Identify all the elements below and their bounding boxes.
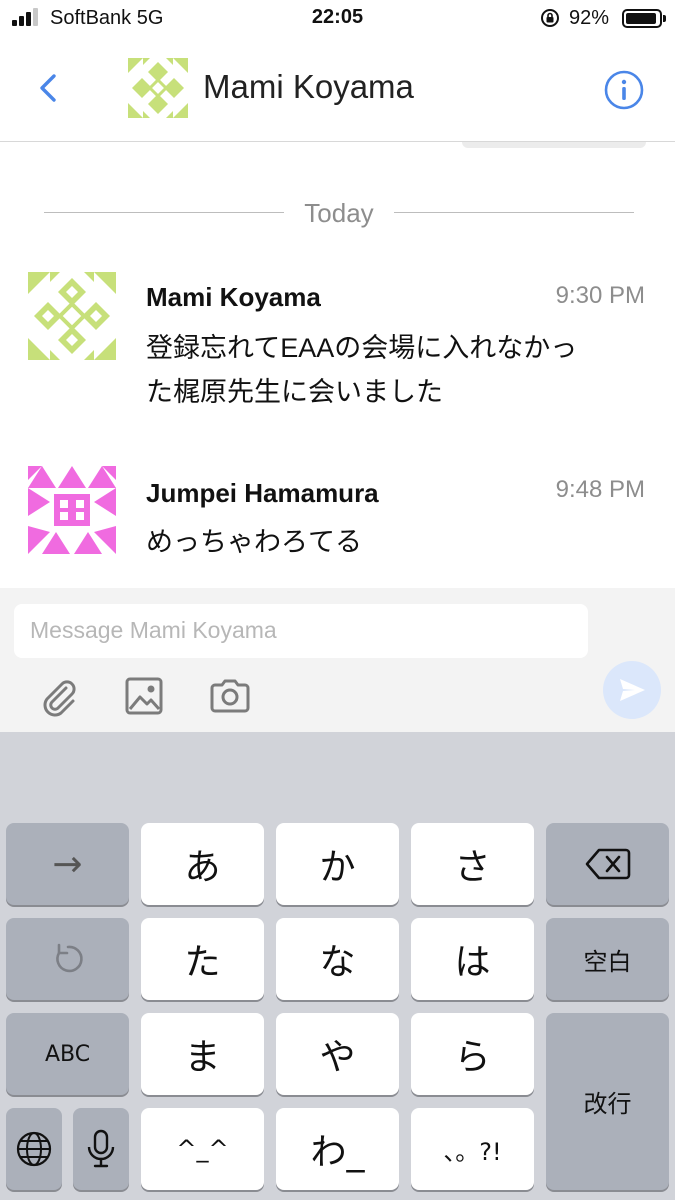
message-input[interactable]: Message Mami Koyama xyxy=(14,604,588,658)
key-emoticon[interactable]: ^_^ xyxy=(141,1108,264,1190)
key-return[interactable]: 改行 xyxy=(546,1013,669,1190)
key-ra[interactable]: ら xyxy=(411,1013,534,1095)
sender-avatar[interactable] xyxy=(28,272,116,360)
key-next-candidate[interactable]: → xyxy=(6,823,129,905)
message-time: 9:48 PM xyxy=(555,476,645,503)
message-text: めっちゃわろてる xyxy=(146,520,646,564)
date-divider: Today xyxy=(44,196,634,230)
camera-icon[interactable] xyxy=(208,674,252,718)
send-icon xyxy=(620,679,645,701)
key-globe[interactable] xyxy=(6,1108,62,1190)
info-icon[interactable] xyxy=(603,69,645,111)
key-delete[interactable] xyxy=(546,823,669,905)
sender-avatar[interactable] xyxy=(28,466,116,554)
previous-message-edge xyxy=(462,142,646,148)
send-button[interactable] xyxy=(603,661,661,719)
message-text-line: めっちゃわろてる xyxy=(146,527,362,557)
key-sa[interactable]: さ xyxy=(411,823,534,905)
key-space[interactable]: 空白 xyxy=(546,918,669,1000)
key-punctuation[interactable]: 、。?! xyxy=(411,1108,534,1190)
key-ha[interactable]: は xyxy=(411,918,534,1000)
key-ta[interactable]: た xyxy=(141,918,264,1000)
chevron-left-icon[interactable] xyxy=(32,70,68,106)
nav-bar: Mami Koyama xyxy=(0,38,675,142)
backspace-icon xyxy=(585,848,630,880)
globe-icon xyxy=(16,1131,52,1167)
date-divider-label: Today xyxy=(304,198,374,228)
battery-icon xyxy=(622,9,666,28)
message-text-line: た梶原先生に会いました xyxy=(146,377,443,407)
keyboard: → あ か さ た な は 空白 ABC ま や ら 改行 ^_^ わ_ 、。?… xyxy=(0,732,675,1200)
status-bar: SoftBank 5G 22:05 92% xyxy=(0,0,675,38)
key-wa[interactable]: わ_ xyxy=(276,1108,399,1190)
rotation-lock-icon xyxy=(541,9,559,27)
battery-percent: 92% xyxy=(569,7,610,29)
key-ya[interactable]: や xyxy=(276,1013,399,1095)
image-icon[interactable] xyxy=(122,674,166,718)
message-item[interactable]: Mami Koyama 9:30 PM 登録忘れてEAAの会場に入れなかっ た梶… xyxy=(0,266,675,416)
message-sender: Jumpei Hamamura xyxy=(146,478,379,508)
microphone-icon xyxy=(87,1129,115,1168)
message-text-line: 登録忘れてEAAの会場に入れなかっ xyxy=(146,333,578,363)
message-time: 9:30 PM xyxy=(555,282,645,309)
message-sender: Mami Koyama xyxy=(146,282,321,312)
key-ma[interactable]: ま xyxy=(141,1013,264,1095)
contact-avatar[interactable] xyxy=(128,58,188,118)
paperclip-icon[interactable] xyxy=(36,674,80,718)
conversation-title: Mami Koyama xyxy=(203,68,414,105)
key-ka[interactable]: か xyxy=(276,823,399,905)
message-item[interactable]: Jumpei Hamamura 9:48 PM めっちゃわろてる xyxy=(0,462,675,572)
key-abc[interactable]: ABC xyxy=(6,1013,129,1095)
undo-icon xyxy=(55,943,83,973)
message-text: 登録忘れてEAAの会場に入れなかっ た梶原先生に会いました xyxy=(146,326,646,414)
key-a[interactable]: あ xyxy=(141,823,264,905)
key-undo[interactable] xyxy=(6,918,129,1000)
key-dictation[interactable] xyxy=(73,1108,129,1190)
key-na[interactable]: な xyxy=(276,918,399,1000)
message-composer: Message Mami Koyama xyxy=(0,588,675,732)
